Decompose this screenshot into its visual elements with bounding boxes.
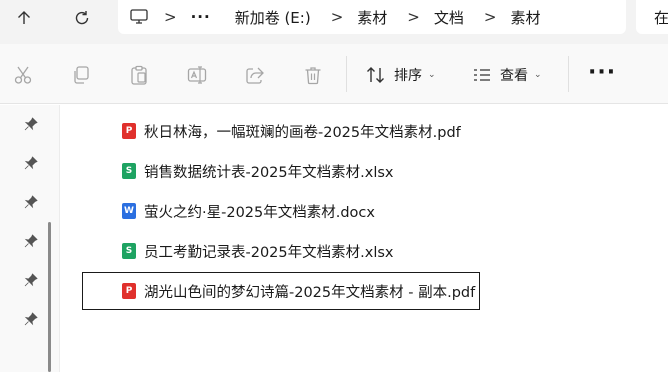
search-input[interactable]: 在 <box>636 0 668 34</box>
spreadsheet-file-icon: S <box>122 243 136 259</box>
file-name: 湖光山色间的梦幻诗篇-2025年文档素材 - 副本.pdf <box>144 284 476 301</box>
up-button[interactable] <box>8 5 40 31</box>
word-file-icon: W <box>122 203 136 219</box>
file-item-selected[interactable]: P 湖光山色间的梦幻诗篇-2025年文档素材 - 副本.pdf <box>82 272 480 310</box>
spreadsheet-file-icon: S <box>122 163 136 179</box>
file-name: 销售数据统计表-2025年文档素材.xlsx <box>144 164 394 181</box>
delete-icon[interactable] <box>302 64 324 86</box>
file-name: 员工考勤记录表-2025年文档素材.xlsx <box>144 244 394 261</box>
more-options-icon[interactable]: ··· <box>588 62 616 84</box>
sort-label: 排序 <box>394 68 422 84</box>
pin-icon[interactable] <box>24 312 38 326</box>
file-item[interactable]: S 员工考勤记录表-2025年文档素材.xlsx <box>82 232 502 270</box>
sort-icon <box>367 67 384 83</box>
chevron-right-icon: > <box>164 8 177 26</box>
pdf-file-icon: P <box>122 123 136 139</box>
chevron-down-icon: ⌄ <box>534 70 542 80</box>
nav-scrollbar[interactable] <box>48 222 51 372</box>
breadcrumb-drive[interactable]: 新加卷 (E:) <box>235 0 311 34</box>
pin-icon[interactable] <box>24 234 38 248</box>
file-item[interactable]: W 萤火之约·星-2025年文档素材.docx <box>82 192 502 230</box>
address-bar-row: > ··· 新加卷 (E:) > 素材 > 文档 > 素材 在 <box>0 0 668 44</box>
computer-icon[interactable] <box>130 0 148 34</box>
address-bar[interactable]: > ··· 新加卷 (E:) > 素材 > 文档 > 素材 <box>118 0 626 34</box>
search-placeholder: 在 <box>654 8 668 27</box>
breadcrumb-folder-1[interactable]: 素材 <box>357 0 387 34</box>
file-item[interactable]: P 秋日林海，一幅斑斓的画卷-2025年文档素材.pdf <box>82 112 502 150</box>
refresh-icon <box>75 11 89 25</box>
view-button[interactable]: 查看 ⌄ <box>472 62 542 88</box>
rename-icon[interactable] <box>186 64 208 86</box>
refresh-button[interactable] <box>66 5 98 31</box>
sort-button[interactable]: 排序 ⌄ <box>366 62 436 88</box>
share-icon[interactable] <box>244 64 266 86</box>
chevron-right-icon[interactable]: > <box>311 8 358 26</box>
chevron-right-icon[interactable]: > <box>387 8 434 26</box>
file-name: 秋日林海，一幅斑斓的画卷-2025年文档素材.pdf <box>144 124 461 141</box>
list-view-icon <box>474 69 490 81</box>
toolbar-divider <box>568 56 569 92</box>
paste-icon[interactable] <box>128 64 150 86</box>
chevron-right-icon[interactable]: > <box>464 8 511 26</box>
navigation-pane <box>0 105 60 372</box>
file-list: P 秋日林海，一幅斑斓的画卷-2025年文档素材.pdf S 销售数据统计表-2… <box>62 105 668 372</box>
breadcrumb-current[interactable]: 素材 <box>510 0 540 34</box>
chevron-down-icon: ⌄ <box>428 70 436 80</box>
file-name: 萤火之约·星-2025年文档素材.docx <box>144 204 375 221</box>
toolbar-divider <box>346 56 347 92</box>
pin-icon[interactable] <box>24 273 38 287</box>
pdf-file-icon: P <box>122 283 136 299</box>
pin-icon[interactable] <box>24 156 38 170</box>
pin-icon[interactable] <box>24 117 38 131</box>
pin-icon[interactable] <box>24 195 38 209</box>
command-bar: 排序 ⌄ 查看 ⌄ ··· <box>0 44 668 104</box>
file-item[interactable]: S 销售数据统计表-2025年文档素材.xlsx <box>82 152 502 190</box>
breadcrumb-folder-2[interactable]: 文档 <box>434 0 464 34</box>
breadcrumb-overflow[interactable]: ··· <box>191 0 215 34</box>
copy-icon[interactable] <box>70 64 92 86</box>
arrow-up-icon <box>18 11 30 24</box>
view-label: 查看 <box>500 68 528 84</box>
cut-icon[interactable] <box>12 64 34 86</box>
